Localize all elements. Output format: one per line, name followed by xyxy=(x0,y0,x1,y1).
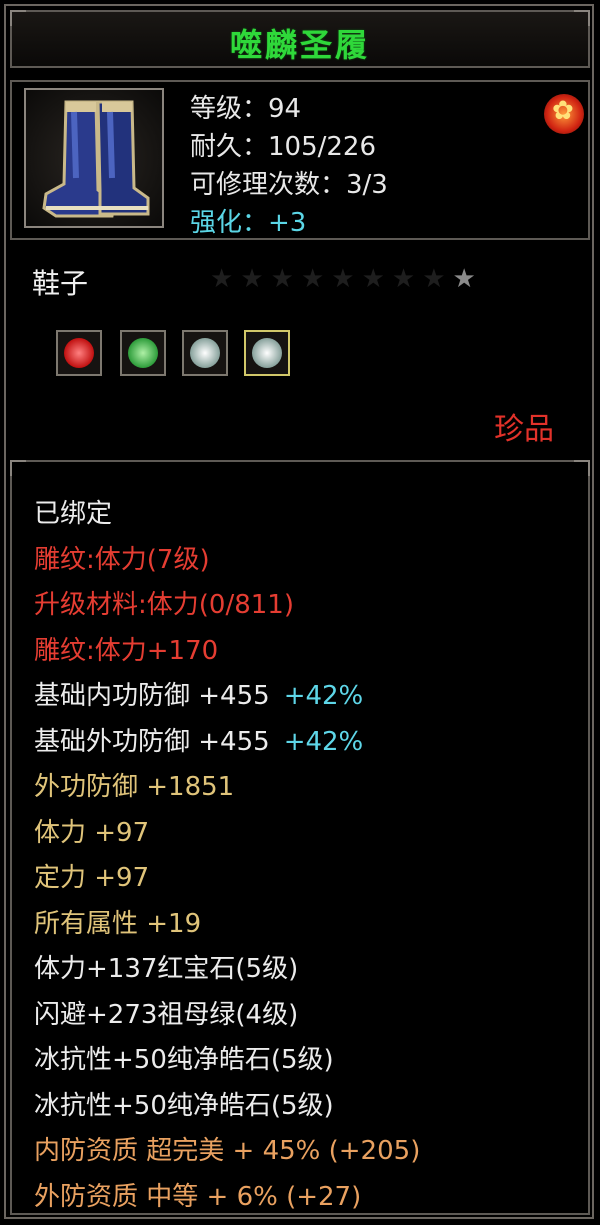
attribute-panel: 已绑定雕纹:体力(7级) 升级材料:体力(0/811) 雕纹:体力+170 基础内功防… xyxy=(10,460,590,1215)
star-icon: ★ xyxy=(331,264,362,294)
attribute-text: 体力 +97 xyxy=(34,817,150,848)
attribute-bonus: +42% xyxy=(283,681,364,711)
item-level: 等级：94 xyxy=(190,94,302,124)
attribute-line: 定力 +97 xyxy=(34,856,420,902)
ruby-icon xyxy=(64,338,94,368)
star-icon: ★ xyxy=(300,264,332,294)
attribute-text: 所有属性 +19 xyxy=(34,908,202,939)
attribute-line: 闪避+273祖母绿(4级) xyxy=(34,993,420,1039)
attribute-line: 升级材料:体力(0/811) xyxy=(34,583,420,629)
attribute-line: 冰抗性+50纯净皓石(5级) xyxy=(34,1084,420,1130)
star-icon: ★ xyxy=(240,264,271,294)
item-type: 鞋子 xyxy=(32,267,89,300)
attribute-line: 外防资质 中等 + 6% (+27) xyxy=(34,1175,420,1221)
corner-ornament xyxy=(574,460,590,476)
star-icon: ★ xyxy=(210,264,241,294)
star-icon: ★ xyxy=(452,264,483,294)
diamond-icon xyxy=(252,338,282,368)
star-icon: ★ xyxy=(361,264,392,294)
attribute-list: 已绑定雕纹:体力(7级) 升级材料:体力(0/811) 雕纹:体力+170 基础内功防… xyxy=(34,492,420,1220)
boots-icon xyxy=(42,100,150,218)
attribute-line: 基础外功防御 +455 +42% xyxy=(34,720,420,766)
attribute-line: 内防资质 超完美 + 45% (+205) xyxy=(34,1129,420,1175)
attribute-text: 雕纹:体力(7级) xyxy=(34,544,210,575)
attribute-line: 雕纹:体力(7级) xyxy=(34,538,420,584)
corner-ornament xyxy=(10,460,26,476)
attribute-text: 升级材料:体力(0/811) xyxy=(34,590,294,620)
attribute-text: 体力+137红宝石(5级) xyxy=(34,954,299,984)
attribute-text: 基础外功防御 +455 xyxy=(34,726,270,757)
title-bar: 噬麟圣履 xyxy=(10,10,590,68)
attribute-text: 冰抗性+50纯净皓石(5级) xyxy=(34,1045,334,1075)
diamond-icon xyxy=(190,338,220,368)
attribute-text: 冰抗性+50纯净皓石(5级) xyxy=(34,1090,334,1121)
star-icon: ★ xyxy=(391,264,423,294)
item-durability: 耐久：105/226 xyxy=(190,132,377,162)
attribute-text: 外功防御 +1851 xyxy=(34,772,235,802)
attribute-text: 雕纹:体力+170 xyxy=(34,635,219,666)
gem-socket-3[interactable] xyxy=(182,330,228,376)
item-stats: 等级：94 耐久：105/226 可修理次数：3/3 强化：+3 xyxy=(190,90,388,242)
item-repair-count: 可修理次数：3/3 xyxy=(190,170,388,200)
gem-socket-4[interactable] xyxy=(244,330,290,376)
rarity-label: 珍品 xyxy=(494,412,554,447)
attribute-text: 外防资质 中等 + 6% (+27) xyxy=(34,1181,362,1212)
star-rating: ★★★★★★★★★ xyxy=(210,264,483,294)
attribute-text: 基础内功防御 +455 xyxy=(34,681,270,711)
item-name: 噬麟圣履 xyxy=(229,26,370,64)
item-header: 等级：94 耐久：105/226 可修理次数：3/3 强化：+3 xyxy=(10,80,590,240)
attribute-text: 已绑定 xyxy=(34,499,113,529)
attribute-line: 基础内功防御 +455 +42% xyxy=(34,674,420,720)
item-icon-slot[interactable] xyxy=(24,88,164,228)
star-icon: ★ xyxy=(270,264,301,294)
attribute-text: 定力 +97 xyxy=(34,863,150,893)
gem-socket-1[interactable] xyxy=(56,330,102,376)
attribute-line: 所有属性 +19 xyxy=(34,902,420,948)
star-icon: ★ xyxy=(422,264,453,294)
dragon-emblem-icon xyxy=(544,94,584,134)
attribute-line: 体力+137红宝石(5级) xyxy=(34,947,420,993)
gem-socket-2[interactable] xyxy=(120,330,166,376)
emerald-icon xyxy=(128,338,158,368)
attribute-line: 体力 +97 xyxy=(34,811,420,857)
attribute-line: 已绑定 xyxy=(34,492,420,538)
attribute-line: 雕纹:体力+170 xyxy=(34,629,420,675)
attribute-text: 闪避+273祖母绿(4级) xyxy=(34,999,299,1030)
attribute-line: 冰抗性+50纯净皓石(5级) xyxy=(34,1038,420,1084)
attribute-text: 内防资质 超完美 + 45% (+205) xyxy=(34,1136,421,1166)
attribute-line: 外功防御 +1851 xyxy=(34,765,420,811)
attribute-bonus: +42% xyxy=(283,726,364,757)
item-enhance: 强化：+3 xyxy=(190,208,307,238)
